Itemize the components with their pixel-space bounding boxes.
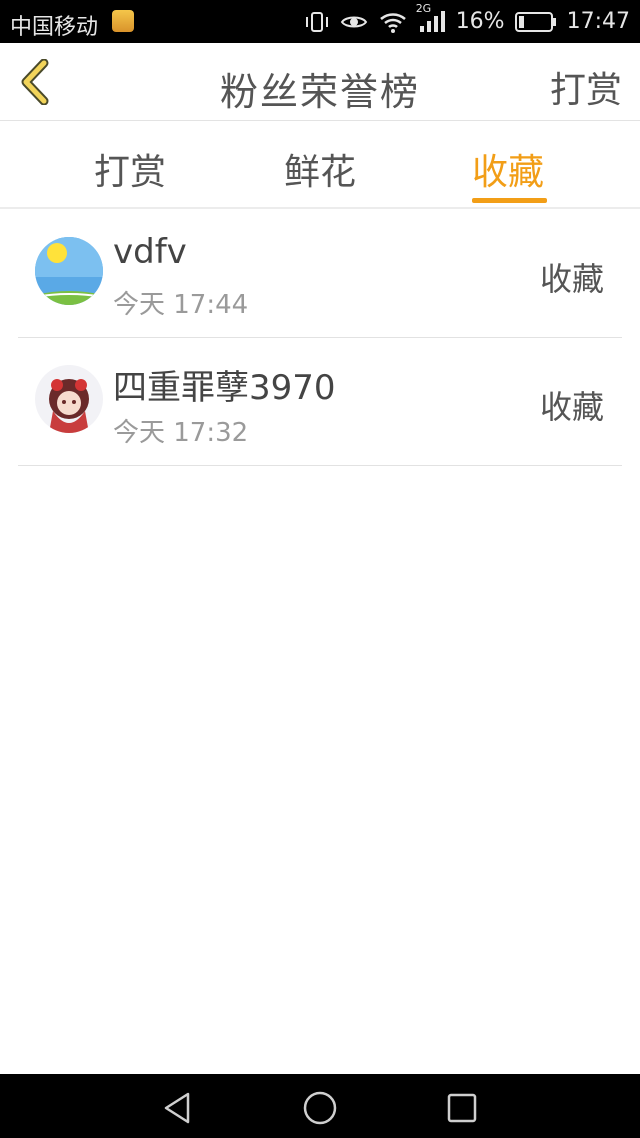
eye-icon — [340, 10, 368, 34]
network-type: 2G — [415, 1, 432, 15]
page-title: 粉丝荣誉榜 — [219, 70, 420, 114]
nav-home-button[interactable] — [300, 1088, 340, 1128]
tab-reward[interactable]: 打赏 — [94, 143, 166, 195]
vibrate-icon — [304, 10, 330, 34]
circle-home-icon — [303, 1091, 337, 1125]
triangle-back-icon — [164, 1092, 190, 1124]
tab-flowers[interactable]: 鲜花 — [284, 143, 356, 195]
tab-favorites[interactable]: 收藏 — [472, 143, 544, 195]
tab-bar: 打赏 鲜花 收藏 — [0, 121, 640, 209]
system-nav-bar — [0, 1074, 640, 1138]
user-name: 四重罪孽3970 — [113, 368, 336, 408]
list-item[interactable]: vdfv 今天 17:44 收藏 — [18, 210, 622, 338]
nav-recents-button[interactable] — [442, 1088, 482, 1128]
app-header: 粉丝荣誉榜 打赏 — [0, 43, 640, 121]
square-recents-icon — [447, 1093, 477, 1123]
battery-percent: 16% — [455, 9, 505, 34]
timestamp: 今天 17:32 — [113, 418, 249, 448]
status-right: 2G 16% 17:47 — [304, 2, 630, 34]
reward-button[interactable]: 打赏 — [550, 61, 622, 113]
status-badge: 收藏 — [539, 388, 604, 426]
status-badge: 收藏 — [539, 260, 604, 298]
wifi-icon — [378, 10, 408, 34]
nav-back-button[interactable] — [158, 1088, 198, 1128]
battery-icon — [514, 11, 557, 33]
status-bar: 中国移动 2G 16% 17:47 — [0, 0, 640, 43]
fan-list: vdfv 今天 17:44 收藏 四重罪孽3970 今天 17:32 收藏 — [18, 210, 622, 466]
clock: 17:47 — [566, 9, 630, 34]
active-tab-indicator — [472, 198, 547, 203]
app-notification-icon — [112, 10, 134, 32]
signal-icon: 2G — [416, 2, 446, 34]
avatar — [35, 237, 103, 305]
user-name: vdfv — [113, 232, 187, 272]
carrier-label: 中国移动 — [10, 15, 99, 40]
timestamp: 今天 17:44 — [113, 290, 249, 320]
avatar — [35, 365, 103, 433]
list-item[interactable]: 四重罪孽3970 今天 17:32 收藏 — [18, 338, 622, 466]
